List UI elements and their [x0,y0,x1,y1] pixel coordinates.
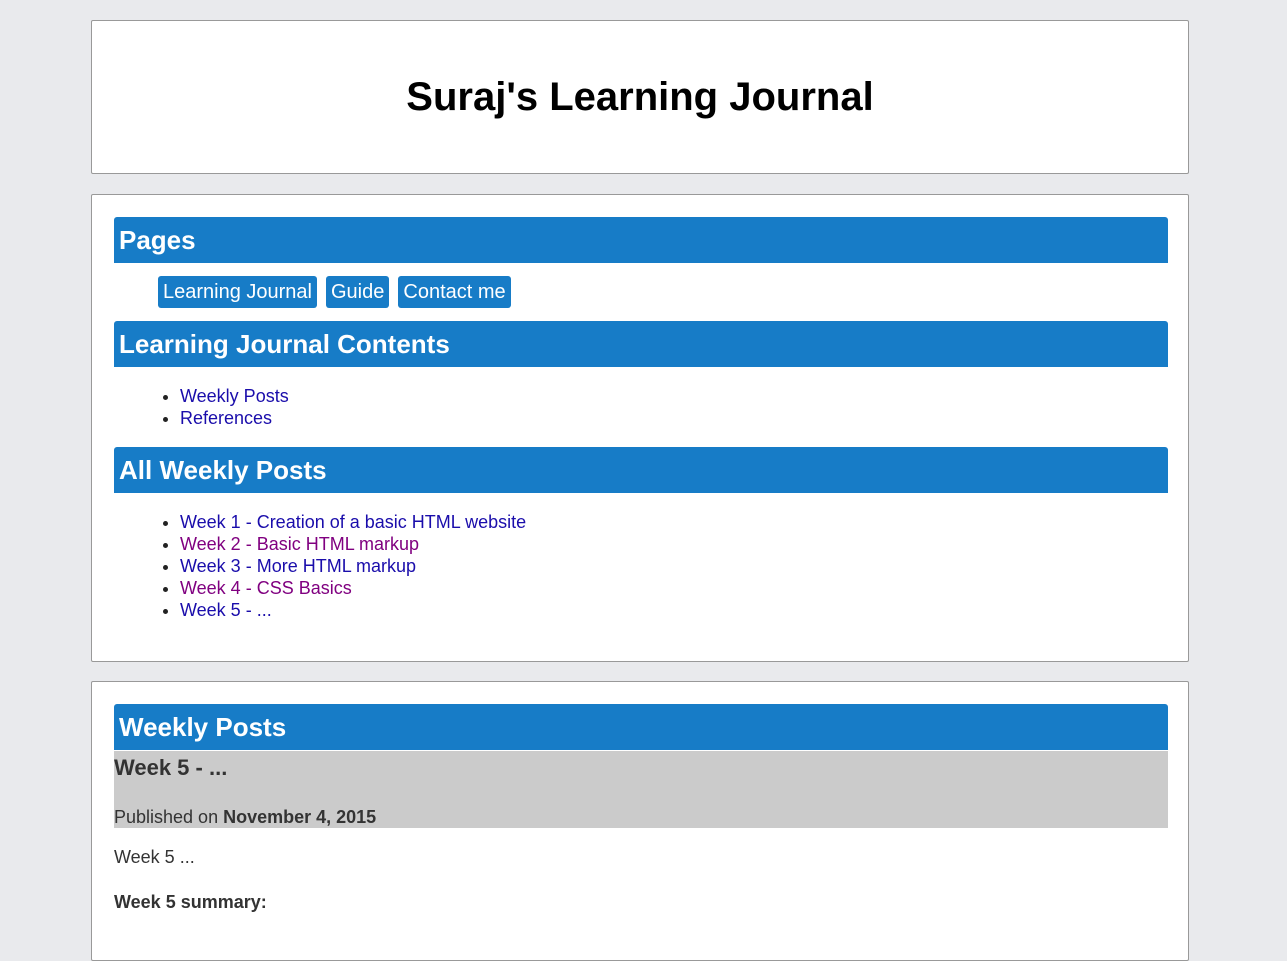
post-date: Published on November 4, 2015 [114,807,376,828]
post-title: Week 5 - ... [114,755,228,780]
pages-heading: Pages [114,217,1168,263]
guide-button[interactable]: Guide [326,276,390,308]
contact-me-button[interactable]: Contact me [398,276,511,308]
post-body: Week 5 ... [114,847,195,867]
contents-list: Weekly Posts References [158,385,289,429]
site-title: Suraj's Learning Journal [406,75,874,119]
week-4-link[interactable]: Week 4 - CSS Basics [180,578,352,598]
list-item: Weekly Posts [180,385,289,407]
navigation-panel: Pages Learning Journal Guide Contact me … [91,194,1189,662]
list-item: Week 1 - Creation of a basic HTML websit… [180,511,526,533]
published-prefix: Published on [114,807,224,827]
week-3-link[interactable]: Week 3 - More HTML markup [180,556,416,576]
site-header: Suraj's Learning Journal [91,20,1189,174]
weekly-posts-section: Weekly Posts Week 5 - ... Published on N… [91,681,1189,961]
week-2-link[interactable]: Week 2 - Basic HTML markup [180,534,419,554]
all-weekly-posts-heading: All Weekly Posts [114,447,1168,493]
list-item: Week 2 - Basic HTML markup [180,533,526,555]
post-header: Week 5 - ... Published on November 4, 20… [114,751,1168,828]
contents-heading: Learning Journal Contents [114,321,1168,367]
published-date: November 4, 2015 [223,807,377,827]
list-item: Week 5 - ... [180,599,526,621]
learning-journal-button[interactable]: Learning Journal [158,276,317,308]
week-1-link[interactable]: Week 1 - Creation of a basic HTML websit… [180,512,526,532]
weekly-posts-heading: Weekly Posts [114,704,1168,750]
post-summary-label: Week 5 summary: [114,892,267,912]
references-link[interactable]: References [180,408,272,428]
list-item: Week 3 - More HTML markup [180,555,526,577]
list-item: References [180,407,289,429]
weekly-posts-list: Week 1 - Creation of a basic HTML websit… [158,511,526,621]
weekly-posts-link[interactable]: Weekly Posts [180,386,289,406]
pages-nav: Learning Journal Guide Contact me [158,276,511,308]
week-5-link[interactable]: Week 5 - ... [180,600,272,620]
list-item: Week 4 - CSS Basics [180,577,526,599]
